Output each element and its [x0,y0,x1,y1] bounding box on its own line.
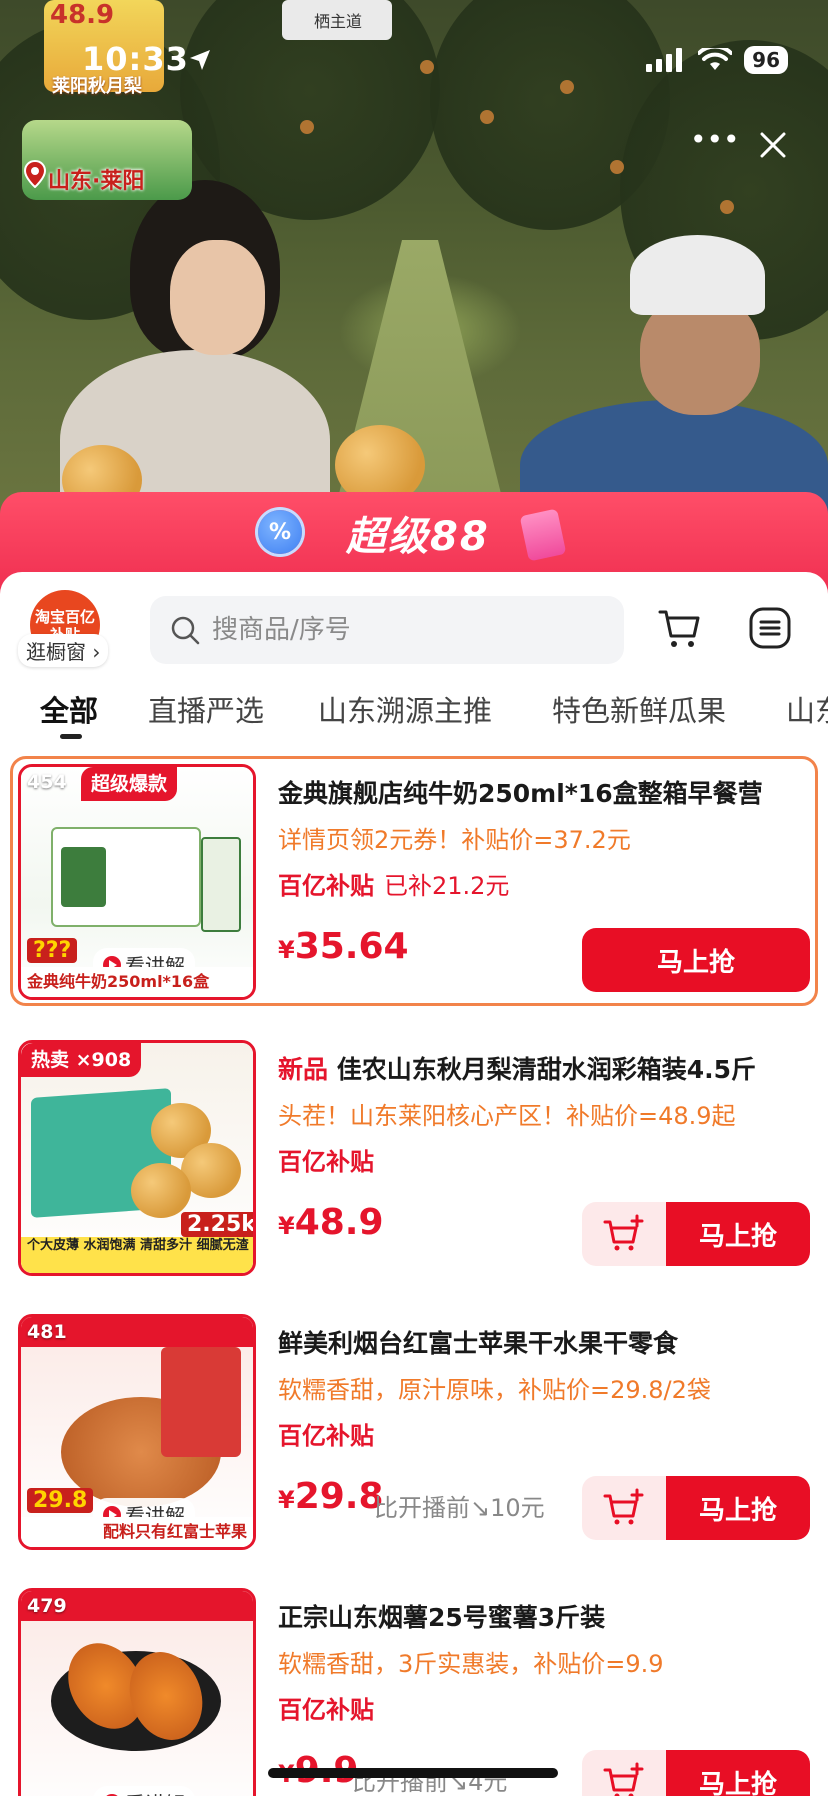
banner-title: 超级88 [346,514,490,560]
shop-window-link[interactable]: 逛橱窗 › [18,634,109,667]
currency-symbol: ¥ [278,936,295,964]
product-desc: 软糯香甜，3斤实惠装，补贴价=9.9 [278,1650,664,1678]
product-price: ¥29.8 [278,1476,384,1517]
product-title[interactable]: 鲜美利烟台红富士苹果干水果干零食 [278,1324,818,1360]
category-tabs: 全部 直播严选 山东溯源主推 特色新鲜瓜果 山东 [0,688,828,748]
buy-now-button[interactable]: 马上抢 [666,1476,810,1540]
thumb-caption: 金典纯牛奶250ml*16盒 [21,967,253,997]
battery-indicator: 96 [744,46,788,74]
product-desc: 详情页领2元券！补贴价=37.2元 [278,826,631,854]
add-cart-icon [603,1762,644,1796]
thumb-price: ??? [27,938,78,963]
tab-all[interactable]: 全部 [40,688,98,730]
add-to-cart-button[interactable] [582,1750,666,1796]
tab-live-selection[interactable]: 直播严选 [148,688,264,730]
discount-icon: % [258,510,302,554]
weight-badge: 2.25kg [181,1212,253,1237]
price-value: 35.64 [294,926,409,967]
explain-button[interactable]: 看讲解 [93,1786,195,1796]
product-image[interactable]: 超级爆款 454 ??? 看讲解 金典纯牛奶250ml*16盒 [18,764,256,1000]
product-price: ¥35.64 [278,926,409,967]
signal-icon [646,48,683,72]
currency-symbol: ¥ [278,1212,295,1240]
wifi-icon [698,48,733,70]
tab-shandong-source[interactable]: 山东溯源主推 [318,688,492,730]
product-image[interactable]: 479 看讲解 [18,1588,256,1796]
rank-number: 481 [27,1321,67,1343]
thumb-caption: 配料只有红富士苹果 [21,1517,253,1547]
more-icon[interactable]: ••• [690,126,740,160]
add-cart-icon [603,1214,644,1251]
close-icon[interactable] [758,130,788,160]
product-card[interactable]: 479 看讲解 正宗山东烟薯25号蜜薯3斤装 软糯香甜，3斤实惠装，补贴价=9.… [0,1580,828,1796]
subsidy-text: 百亿补贴 [278,872,374,900]
search-bar[interactable] [150,596,624,664]
buy-now-button[interactable]: 马上抢 [666,1750,810,1796]
product-card[interactable]: 超级爆款 454 ??? 看讲解 金典纯牛奶250ml*16盒 金典旗舰店纯牛奶… [0,756,828,1026]
status-time: 10:33 [82,40,189,78]
price-drop-note: 比开播前↘10元 [374,1494,545,1522]
new-badge: 新品 [278,1055,329,1084]
add-to-cart-button[interactable] [582,1202,666,1266]
product-title[interactable]: 新品 佳农山东秋月梨清甜水润彩箱装4.5斤 [278,1050,818,1086]
rank-number: 454 [27,771,67,793]
subsidy-label: 百亿补贴 [278,1148,374,1176]
product-image[interactable]: 481 29.8 看讲解 配料只有红富士苹果 [18,1314,256,1550]
rank-number: 479 [27,1595,67,1617]
subsidy-amount: 已补21.2元 [384,872,510,900]
live-video[interactable]: 48.9 莱阳秋月梨 栖主道 山东·莱阳 10:33 96 ••• [0,0,828,520]
search-icon [171,616,200,645]
product-title[interactable]: 正宗山东烟薯25号蜜薯3斤装 [278,1598,818,1634]
location-pin-icon [24,160,46,188]
hot-sale-badge: 热卖 ×908 [21,1043,142,1077]
home-indicator[interactable] [268,1768,558,1778]
thumb-price: 29.8 [27,1488,94,1513]
add-cart-icon [603,1488,644,1525]
sign-text: 栖主道 [314,12,363,31]
location-text: 山东·莱阳 [48,169,145,194]
tag-badge: 超级爆款 [81,767,178,801]
buy-now-button[interactable]: 马上抢 [582,928,810,992]
tab-fresh-fruit[interactable]: 特色新鲜瓜果 [552,688,726,730]
product-title[interactable]: 金典旗舰店纯牛奶250ml*16盒整箱早餐营 [278,774,818,810]
search-input[interactable] [212,615,572,645]
status-icons: 96 [646,46,788,74]
subsidy-label: 百亿补贴 已补21.2元 [278,866,509,901]
price-value: 48.9 [294,1202,384,1243]
add-to-cart-button[interactable] [582,1476,666,1540]
subsidy-label: 百亿补贴 [278,1696,374,1724]
live-shopping-screen: 48.9 莱阳秋月梨 栖主道 山东·莱阳 10:33 96 ••• % 超级88… [0,0,828,1796]
buy-now-button[interactable]: 马上抢 [666,1202,810,1266]
location-arrow-icon [190,50,210,70]
product-card[interactable]: 481 29.8 看讲解 配料只有红富士苹果 鲜美利烟台红富士苹果干水果干零食 … [0,1306,828,1576]
product-image[interactable]: 热卖 ×908 2.25kg 个大皮薄 水润饱满 清甜多汁 细腻无渣 [18,1040,256,1276]
subsidy-label: 百亿补贴 [278,1422,374,1450]
cart-icon[interactable] [656,604,704,652]
product-price: ¥48.9 [278,1202,384,1243]
tab-shandong[interactable]: 山东 [786,688,828,730]
explain-label: 看讲解 [125,1788,185,1796]
currency-symbol: ¥ [278,1486,295,1514]
product-desc: 头茬！山东莱阳核心产区！补贴价=48.9起 [278,1102,736,1130]
thumb-caption: 个大皮薄 水润饱满 清甜多汁 细腻无渣 [21,1237,253,1273]
price-value: 29.8 [294,1476,384,1517]
product-title-text: 佳农山东秋月梨清甜水润彩箱装4.5斤 [336,1055,757,1084]
product-card[interactable]: 热卖 ×908 2.25kg 个大皮薄 水润饱满 清甜多汁 细腻无渣 新品 佳农… [0,1032,828,1302]
product-desc: 软糯香甜，原汁原味，补贴价=29.8/2袋 [278,1376,711,1404]
order-list-icon[interactable] [746,604,794,652]
sticker-price: 48.9 [50,0,115,30]
tab-underline [60,734,82,739]
